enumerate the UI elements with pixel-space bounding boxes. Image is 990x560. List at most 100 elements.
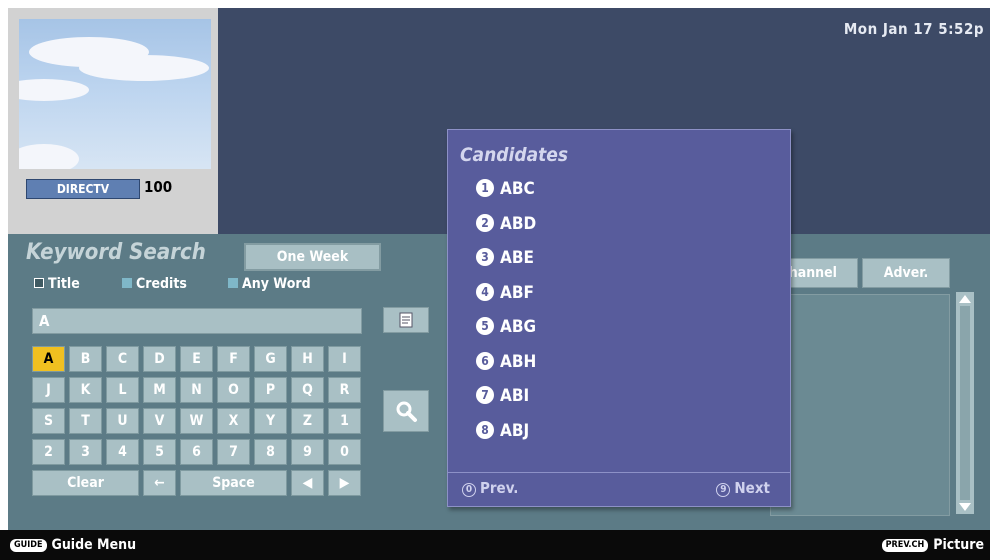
key-1[interactable]: 1 (328, 408, 361, 434)
scrollbar[interactable] (956, 292, 974, 514)
option-credits[interactable]: Credits (122, 276, 187, 292)
picture-hint: PREV.CH Picture (881, 537, 984, 553)
prev-button[interactable]: 0 Prev. (462, 479, 518, 497)
cursor-left-key[interactable]: ◀ (291, 470, 324, 496)
candidate-item[interactable]: 6 ABH (476, 347, 536, 377)
prev-label: Prev. (480, 479, 519, 497)
keyword-input[interactable]: A (32, 308, 362, 334)
candidate-label: ABG (500, 317, 537, 337)
key-w[interactable]: W (180, 408, 213, 434)
candidate-label: ABH (500, 351, 537, 372)
option-credits-label: Credits (136, 276, 187, 292)
key-5[interactable]: 5 (143, 439, 176, 465)
clock: Mon Jan 17 5:52p (843, 20, 984, 38)
backspace-key[interactable]: ← (143, 470, 176, 496)
key-h[interactable]: H (291, 346, 324, 372)
next-label: Next (734, 479, 770, 497)
key-9[interactable]: 9 (291, 439, 324, 465)
cursor-right-key[interactable]: ▶ (328, 470, 361, 496)
checkbox-icon (228, 278, 238, 288)
key-m[interactable]: M (143, 377, 176, 403)
prev-ch-button-icon: PREV.CH (881, 539, 929, 552)
key-4[interactable]: 4 (106, 439, 139, 465)
screen: DIRECTV 100 Mon Jan 17 5:52p Keyword Sea… (0, 0, 990, 560)
key-x[interactable]: X (217, 408, 250, 434)
candidates-popup: Candidates 1 ABC 2 ABD 3 ABE 4 ABF 5 ABG 6 ABH 7 ABI 8… (447, 129, 791, 507)
candidate-item[interactable]: 3 ABE (476, 243, 534, 273)
key-0[interactable]: 0 (328, 439, 361, 465)
scroll-down-icon[interactable] (959, 503, 971, 511)
space-key[interactable]: Space (180, 470, 287, 496)
live-tv-preview (19, 19, 211, 169)
key-l[interactable]: L (106, 377, 139, 403)
key-s[interactable]: S (32, 408, 65, 434)
key-k[interactable]: K (69, 377, 102, 403)
memo-button[interactable] (383, 307, 429, 333)
key-j[interactable]: J (32, 377, 65, 403)
key-y[interactable]: Y (254, 408, 287, 434)
guide-menu-hint: GUIDE Guide Menu (10, 537, 136, 553)
key-b[interactable]: B (69, 346, 102, 372)
option-any-word[interactable]: Any Word (228, 276, 311, 292)
key-z[interactable]: Z (291, 408, 324, 434)
number-5-icon: 5 (476, 317, 494, 335)
key-i[interactable]: I (328, 346, 361, 372)
preview-panel: DIRECTV 100 (8, 8, 218, 234)
candidate-label: ABD (500, 213, 537, 234)
clear-key[interactable]: Clear (32, 470, 139, 496)
key-7[interactable]: 7 (217, 439, 250, 465)
key-t[interactable]: T (69, 408, 102, 434)
number-1-icon: 1 (476, 179, 494, 197)
candidate-label: ABI (500, 386, 530, 406)
number-0-icon: 0 (462, 483, 476, 497)
tab-adver[interactable]: Adver. (862, 258, 950, 288)
key-c[interactable]: C (106, 346, 139, 372)
candidate-item[interactable]: 2 ABD (476, 209, 536, 239)
candidate-item[interactable]: 7 ABI (476, 381, 529, 411)
key-r[interactable]: R (328, 377, 361, 403)
channel-badge: DIRECTV (26, 179, 140, 199)
scroll-up-icon[interactable] (959, 295, 971, 303)
key-n[interactable]: N (180, 377, 213, 403)
period-button[interactable]: One Week (244, 243, 381, 271)
key-2[interactable]: 2 (32, 439, 65, 465)
number-9-icon: 9 (716, 483, 731, 497)
candidate-label: ABJ (500, 420, 530, 441)
checkbox-icon (34, 278, 44, 288)
search-icon (396, 401, 417, 422)
candidate-label: ABC (500, 179, 535, 199)
key-v[interactable]: V (143, 408, 176, 434)
key-g[interactable]: G (254, 346, 287, 372)
candidate-item[interactable]: 1 ABC (476, 174, 535, 204)
candidate-item[interactable]: 5 ABG (476, 312, 536, 342)
scroll-track[interactable] (960, 306, 970, 500)
key-q[interactable]: Q (291, 377, 324, 403)
key-6[interactable]: 6 (180, 439, 213, 465)
results-panel (770, 294, 950, 516)
picture-label: Picture (933, 537, 984, 553)
option-title[interactable]: Title (34, 276, 80, 292)
number-2-icon: 2 (476, 213, 494, 232)
number-7-icon: 7 (476, 386, 494, 404)
key-p[interactable]: P (254, 377, 287, 403)
candidate-label: ABF (500, 282, 534, 303)
memo-icon (399, 312, 413, 328)
search-button[interactable] (383, 390, 429, 432)
channel-number: 100 (144, 178, 173, 196)
key-a[interactable]: A (32, 346, 65, 372)
option-title-label: Title (48, 276, 80, 292)
key-f[interactable]: F (217, 346, 250, 372)
candidate-label: ABE (500, 248, 534, 268)
candidate-item[interactable]: 8 ABJ (476, 416, 529, 446)
key-o[interactable]: O (217, 377, 250, 403)
key-8[interactable]: 8 (254, 439, 287, 465)
number-4-icon: 4 (476, 282, 494, 301)
candidates-footer: 0 Prev. 9 Next (448, 472, 790, 506)
key-3[interactable]: 3 (69, 439, 102, 465)
key-u[interactable]: U (106, 408, 139, 434)
key-d[interactable]: D (143, 346, 176, 372)
next-button[interactable]: 9 Next (716, 479, 770, 497)
candidate-item[interactable]: 4 ABF (476, 278, 534, 308)
candidates-title: Candidates (460, 144, 569, 166)
key-e[interactable]: E (180, 346, 213, 372)
